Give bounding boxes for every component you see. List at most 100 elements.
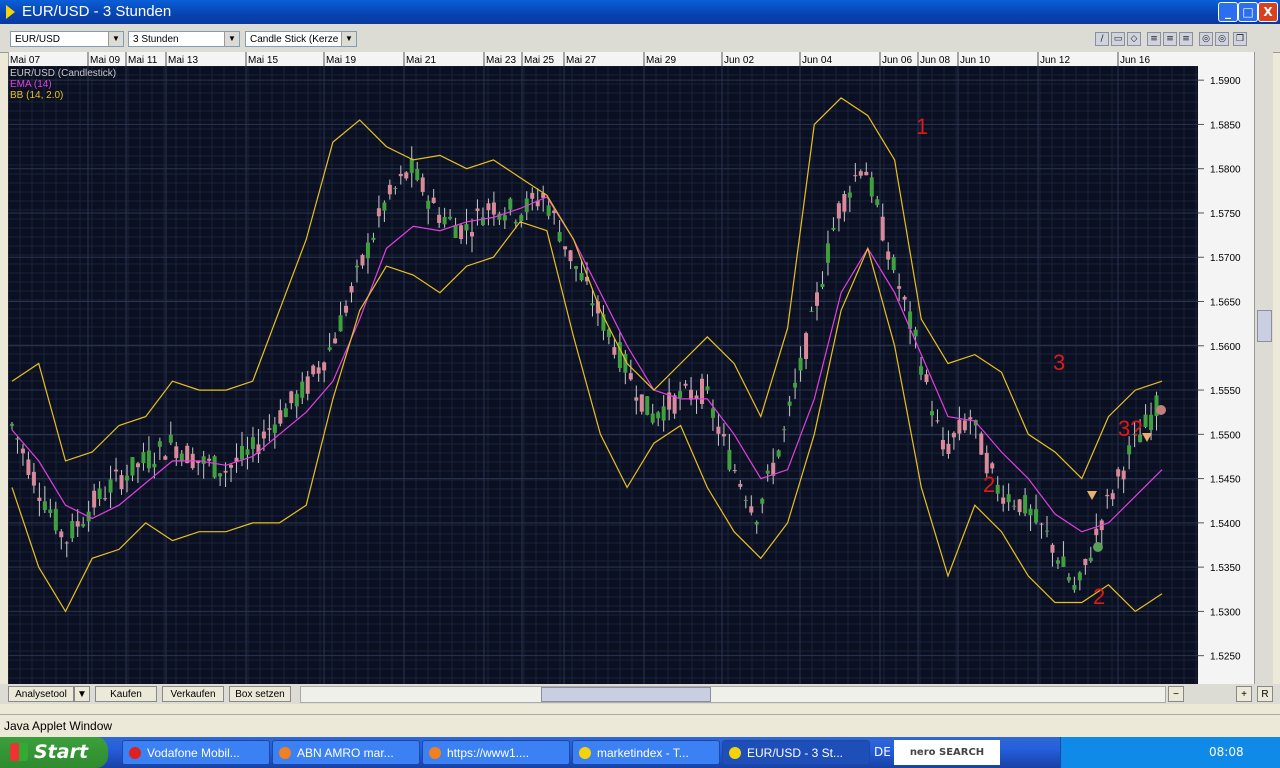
x-tick-label: Mai 25 bbox=[524, 55, 554, 66]
candle-body bbox=[825, 243, 830, 263]
settings-icon[interactable]: ◎ bbox=[1215, 32, 1229, 46]
firefox-icon bbox=[429, 747, 441, 759]
candle-body bbox=[815, 292, 819, 306]
interval-select[interactable]: 3 Stunden ▼ bbox=[128, 31, 240, 47]
language-indicator[interactable]: DE bbox=[874, 737, 891, 768]
candle-body bbox=[716, 426, 721, 434]
candle-body bbox=[1045, 530, 1049, 532]
candle-body bbox=[661, 406, 666, 421]
candle-body bbox=[283, 408, 288, 417]
candle-body bbox=[245, 449, 250, 455]
candle-body bbox=[1072, 584, 1077, 590]
y-tick-label: 1.5350 bbox=[1210, 563, 1241, 574]
candle-body bbox=[957, 419, 962, 434]
chart-svg: Mai 07 Mai 09 Mai 11 Mai 13 Mai 15 Mai 19 Mai … bbox=[7, 52, 1254, 684]
x-tick-label: Mai 27 bbox=[566, 55, 596, 66]
x-tick-label: Jun 06 bbox=[882, 55, 912, 66]
chart-toolbar: EUR/USD ▼ 3 Stunden ▼ Candle Stick (Kerze ▼… bbox=[0, 24, 1280, 53]
bb-upper-line bbox=[11, 97, 1163, 480]
chart-type-select[interactable]: Candle Stick (Kerze ▼ bbox=[245, 31, 357, 47]
candle-body bbox=[75, 521, 80, 527]
candle-body bbox=[639, 394, 644, 412]
chevron-down-icon[interactable]: ▼ bbox=[74, 686, 90, 702]
candle-body bbox=[387, 184, 392, 195]
chevron-down-icon[interactable]: ▼ bbox=[224, 32, 239, 46]
bottom-toolbar: Analysetool ▼ Kaufen Verkaufen Box setze… bbox=[0, 684, 1280, 704]
system-tray: 08:08 bbox=[1060, 737, 1280, 768]
taskbar-item[interactable]: Vodafone Mobil... bbox=[122, 740, 270, 765]
candle-body bbox=[930, 411, 934, 416]
nero-search-box[interactable]: nero SEARCH bbox=[894, 740, 1000, 765]
symbol-value: EUR/USD bbox=[15, 34, 61, 45]
set-box-button[interactable]: Box setzen bbox=[229, 686, 291, 702]
y-tick-label: 1.5550 bbox=[1210, 386, 1241, 397]
scroll-thumb[interactable] bbox=[1257, 310, 1272, 342]
candle-body bbox=[946, 443, 951, 455]
draw-line-icon[interactable]: / bbox=[1095, 32, 1109, 46]
start-label: Start bbox=[34, 741, 89, 763]
candle-body bbox=[940, 440, 945, 450]
vertical-scrollbar[interactable] bbox=[1254, 52, 1273, 684]
candle-body bbox=[836, 203, 841, 219]
zoom-out-button[interactable]: − bbox=[1168, 686, 1184, 702]
settings-icon[interactable]: ◎ bbox=[1199, 32, 1213, 46]
chevron-down-icon[interactable]: ▼ bbox=[341, 32, 356, 46]
candle-body bbox=[842, 193, 847, 212]
sell-button[interactable]: Verkaufen bbox=[162, 686, 224, 702]
horizontal-scrollbar[interactable] bbox=[300, 686, 1166, 703]
candle-body bbox=[426, 200, 431, 209]
grid-icon[interactable]: ≡ bbox=[1163, 32, 1177, 46]
rectangle-icon[interactable]: ▭ bbox=[1111, 32, 1125, 46]
x-tick-label: Mai 15 bbox=[248, 55, 278, 66]
close-button[interactable]: X bbox=[1258, 2, 1278, 22]
candle-body bbox=[59, 531, 64, 538]
candle-body bbox=[442, 216, 447, 225]
taskbar-item[interactable]: ABN AMRO mar... bbox=[272, 740, 420, 765]
scroll-thumb[interactable] bbox=[541, 687, 711, 702]
candle-body bbox=[804, 333, 809, 360]
price-chart[interactable]: Mai 07 Mai 09 Mai 11 Mai 13 Mai 15 Mai 19 Mai … bbox=[7, 52, 1254, 684]
zoom-in-button[interactable]: + bbox=[1236, 686, 1252, 702]
annotation-label: 3? bbox=[1118, 416, 1142, 441]
buy-button[interactable]: Kaufen bbox=[95, 686, 157, 702]
candle-body bbox=[141, 452, 146, 464]
reset-button[interactable]: R bbox=[1257, 686, 1273, 702]
annotation-label: 2 bbox=[983, 472, 995, 497]
taskbar-item[interactable]: marketindex - T... bbox=[572, 740, 720, 765]
window-title: EUR/USD - 3 Stunden bbox=[22, 3, 172, 20]
candle-body bbox=[962, 420, 967, 431]
candle-body bbox=[513, 221, 518, 224]
minimize-button[interactable]: _ bbox=[1218, 2, 1238, 22]
candle-body bbox=[919, 366, 924, 375]
candle-body bbox=[891, 257, 896, 271]
candle-body bbox=[393, 188, 398, 190]
grid-icon[interactable]: ≡ bbox=[1147, 32, 1161, 46]
candle-body bbox=[727, 449, 732, 470]
x-tick-label: Mai 23 bbox=[486, 55, 516, 66]
clock: 08:08 bbox=[1209, 745, 1244, 759]
taskbar-item[interactable]: EUR/USD - 3 St... bbox=[722, 740, 870, 765]
eraser-icon[interactable]: ◇ bbox=[1127, 32, 1141, 46]
candle-body bbox=[344, 305, 349, 313]
candle-body bbox=[294, 393, 299, 407]
y-tick-label: 1.5300 bbox=[1210, 607, 1241, 618]
candle-body bbox=[174, 446, 179, 459]
maximize-button[interactable]: □ bbox=[1238, 2, 1258, 22]
symbol-select[interactable]: EUR/USD ▼ bbox=[10, 31, 124, 47]
grid-icon[interactable]: ≡ bbox=[1179, 32, 1193, 46]
candle-body bbox=[26, 459, 31, 475]
taskbar-item-label: marketindex - T... bbox=[597, 746, 689, 760]
candle-body bbox=[858, 171, 863, 176]
candle-body bbox=[809, 310, 814, 312]
x-tick-label: Mai 09 bbox=[90, 55, 120, 66]
taskbar-item[interactable]: https://www1.... bbox=[422, 740, 570, 765]
analysis-tool-button[interactable]: Analysetool bbox=[8, 686, 74, 702]
candle-body bbox=[689, 389, 694, 400]
java-app-icon bbox=[6, 5, 15, 19]
candle-body bbox=[831, 227, 836, 230]
chevron-down-icon[interactable]: ▼ bbox=[108, 32, 123, 46]
start-button[interactable]: Start bbox=[0, 737, 108, 768]
window-icon[interactable]: ❐ bbox=[1233, 32, 1247, 46]
candle-body bbox=[990, 463, 995, 469]
marker-dot bbox=[1156, 405, 1166, 415]
